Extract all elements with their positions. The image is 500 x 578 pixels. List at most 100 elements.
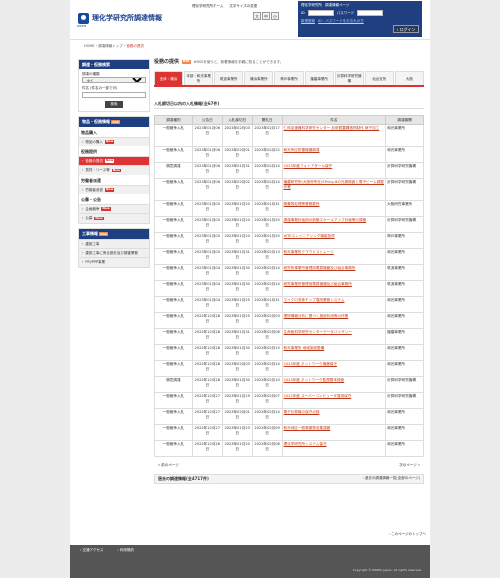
subject-link[interactable]: 調達事務計画用の新築スケールアップ計画等の調査 [281, 216, 387, 234]
tab-kobe[interactable]: 神戸事業所 [274, 71, 304, 86]
table-row: 一般競争入札 2022年12月28日 2023年01月25日 2023年02月03日理… [154, 312, 424, 330]
subject-link[interactable]: 2023年度 ネットワーク機器保守 [281, 360, 387, 378]
keyword-input[interactable] [82, 91, 146, 98]
breadcrumb: HOME › 調達情報トップ › 役務の提供 [84, 44, 144, 48]
construction-title-text: 工事情報 [82, 230, 98, 236]
forgot-password-link[interactable]: ID・パスワードをお忘れの方 [318, 19, 364, 23]
tab-tsukuba[interactable]: 筑波事業所 [214, 71, 244, 86]
column-header: 調達機関 [385, 115, 424, 126]
riken-logo-icon[interactable] [78, 13, 89, 24]
subject-link[interactable]: 理化学研究所システム保守 [281, 440, 387, 458]
sidebar-item-services[interactable]: › 役務の提供 New [79, 155, 149, 166]
sidebar-item-goods[interactable]: › 物品の購入 New [79, 136, 149, 146]
opening-date-cell: 2023年02月07日 [251, 392, 283, 410]
rss-icon[interactable]: RSS [111, 119, 120, 124]
tab-osaka[interactable]: 大阪 [394, 71, 424, 86]
subject-link[interactable]: 2023年度 ネットワーク監視基本検査 [281, 376, 387, 394]
column-header: 開札日 [251, 115, 283, 126]
sidebar-item-public-offer[interactable]: › 公募 New [79, 213, 149, 223]
sidebar-item-dispatch[interactable]: › 労働者派遣 New [79, 184, 149, 194]
deadline-cell: 2023年02月01日 [221, 146, 253, 164]
notice-date-cell: 2022年12月26日 [191, 440, 223, 458]
tab-all[interactable]: 全体・横浜 [154, 71, 184, 86]
sidebar-item-design[interactable]: › 建設工事に係る設計及び調査業務 [79, 247, 149, 258]
search-box-title: 調達・役務検索 [79, 60, 149, 69]
login-link-riken[interactable]: 理化学研究所 [301, 3, 322, 7]
font-large-button[interactable]: 大 [253, 12, 261, 20]
subject-link[interactable]: 2023年度フォトアタール保守 [281, 162, 387, 180]
notice-date-cell: 2023年01月05日 [191, 248, 223, 266]
keyword-hint: (件名の一部で可) [90, 86, 118, 91]
sidebar-item-label: 建設工事 [85, 241, 100, 246]
to-top-link[interactable]: › このページのトップへ [389, 532, 426, 536]
notice-date-cell: 2023年01月04日 [191, 296, 223, 314]
subject-link[interactable]: 和光所区防雷機器調達 [281, 146, 387, 164]
footer-terms-link[interactable]: › 利用規約 [117, 548, 134, 552]
subject-link[interactable]: WTEエンジニアリング機能投資 [281, 232, 387, 250]
id-input[interactable] [307, 10, 334, 17]
tab-computational[interactable]: 計算科学研究機構 [334, 71, 364, 86]
deadline-cell: 2023年01月25日 [221, 296, 253, 314]
subject-link[interactable]: 仁科加速器科学研究センター 反射鏡蓋構造物制作 硝子加工 [281, 124, 387, 148]
tab-yokohama[interactable]: 横浜事業所 [244, 71, 274, 86]
procurement-type-cell: 一般競争入札 [154, 312, 193, 330]
subject-link[interactable]: 電子計算機の保守点検 [281, 408, 387, 426]
table-row: 一般競争入札 2022年12月28日 2023年01月31日 2023年02月08日生… [154, 328, 424, 346]
tab-harima[interactable]: 播磨事業所 [304, 71, 334, 86]
procurement-type-cell: 一般競争入札 [154, 424, 193, 442]
main-content: 役務の提供 RSS ※RSSを使うと、新着情報を手軽に知ることができます。 全体… [154, 59, 424, 484]
opening-date-cell: 2023年02月10日 [251, 376, 283, 394]
password-input[interactable] [357, 10, 384, 17]
register-link[interactable]: 新規登録 [301, 19, 315, 23]
rss-icon[interactable]: RSS [99, 231, 108, 236]
font-medium-button[interactable]: 中 [262, 12, 270, 20]
subject-link[interactable]: 理研情報分析に基づく施設利用等の作業 [281, 312, 387, 330]
past-info-link[interactable]: › 過去の調達情報一覧(全部のページ) [362, 476, 420, 480]
rss-icon[interactable]: RSS [182, 59, 191, 64]
subject-link[interactable]: 2022年度 スーパーコンピュータ運用保守 [281, 392, 387, 410]
department-cell: 大阪研究事業所 [385, 200, 424, 218]
footer: › 交通アクセス › 利用規約 Copyright © RIKEN, Japan… [70, 545, 430, 578]
subject-link[interactable]: 生命医科学研究センターデータバイザリー [281, 328, 387, 346]
breadcrumb-procurement[interactable]: 調達情報トップ [98, 44, 123, 48]
subject-link[interactable]: 廃棄物処理等業務委託 [281, 200, 387, 218]
notice-date-cell: 2023年01月05日 [191, 216, 223, 234]
subject-link[interactable]: 和光地区一般廃棄物収集運搬 [281, 424, 387, 442]
subject-link[interactable]: 和光事業所 地域施設整備 [281, 344, 387, 362]
column-header: 調達種別 [154, 115, 193, 126]
search-button[interactable]: 検索 [105, 100, 123, 108]
tab-wako[interactable]: 本部・和光事業所 [184, 71, 214, 86]
site-title[interactable]: 理化学研究所調達情報 [92, 14, 162, 23]
deadline-cell: 2023年01月20日 [221, 440, 253, 458]
tab-sendai[interactable]: 仙台支所 [364, 71, 394, 86]
notice-date-cell: 2022年12月28日 [191, 344, 223, 362]
font-size-switcher: 大 中 小 [253, 12, 279, 20]
subject-link[interactable]: 研究事業所管理用電算機器及び組合事務所 [281, 280, 387, 298]
subject-link[interactable]: 研究所事業所管理用電算機器及び組合事務所 [281, 264, 387, 282]
notice-date-cell: 2023年01月04日 [191, 264, 223, 282]
riken-home-link[interactable]: 理化学研究所ホーム [192, 4, 223, 8]
login-link-procurement[interactable]: 調達情報ページ [325, 3, 349, 7]
font-small-button[interactable]: 小 [271, 12, 279, 20]
prev-page-link[interactable]: « 前のページ [158, 463, 179, 467]
sidebar-item-construction[interactable]: › 建設工事 [79, 238, 149, 248]
deadline-cell: 2023年01月31日 [221, 328, 253, 346]
footer-access-link[interactable]: › 交通アクセス [80, 548, 103, 552]
table-header-row: 調達種別 公告日 入札締切日 開札日 件名 調達機関 [154, 115, 424, 126]
sidebar-item-planning[interactable]: › 企画競争 New [79, 204, 149, 214]
opening-date-cell: 2023年02月14日 [251, 264, 283, 282]
breadcrumb-home[interactable]: HOME [84, 44, 95, 48]
subject-link[interactable]: 播磨研究所(大阪府所在)SPring-8の光源検査と電子ビーム調整作業 [281, 178, 387, 202]
sidebar-item-pfi[interactable]: › PFI/PPP事業 [79, 257, 149, 267]
type-select[interactable]: 全て [82, 77, 146, 84]
subject-link[interactable]: マイクロ流体チップ運用業務システム [281, 296, 387, 314]
deadline-cell: 2023年01月31日 [221, 248, 253, 266]
subject-link[interactable]: 和光事業所クラウドストレージ [281, 248, 387, 266]
login-button[interactable]: › ログイン [393, 25, 419, 33]
table-row: 一般競争入札 2022年12月26日 2023年01月20日 2023年02月08日理… [154, 440, 424, 458]
next-page-link[interactable]: 次のページ » [399, 463, 420, 467]
sidebar-item-lease[interactable]: › 賃貸・リース等 New [79, 165, 149, 175]
column-header: 公告日 [191, 115, 223, 126]
deadline-cell: 2023年01月30日 [221, 264, 253, 282]
new-badge: New [111, 167, 122, 173]
